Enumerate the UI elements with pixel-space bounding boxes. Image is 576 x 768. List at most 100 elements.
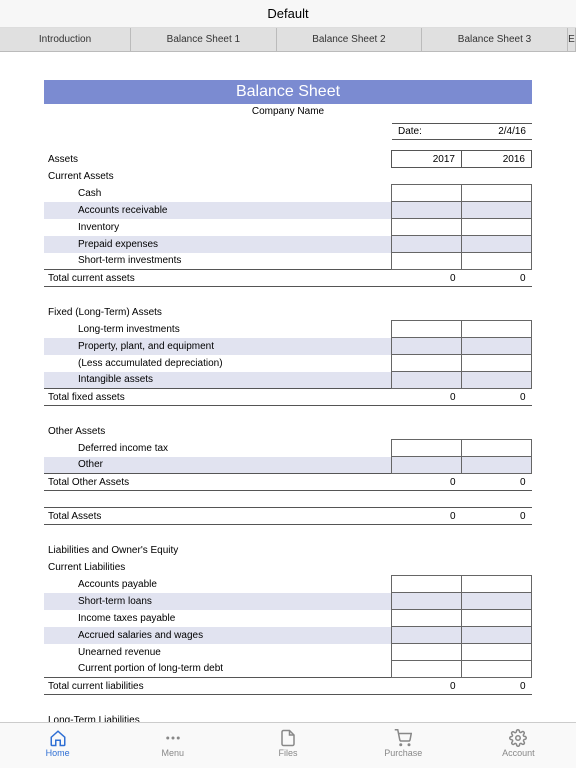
cell[interactable] [462, 627, 532, 644]
row-asw: Accrued salaries and wages [44, 627, 392, 644]
total-val: 0 [462, 389, 532, 406]
tab-overflow[interactable]: E [568, 28, 576, 51]
cell[interactable] [392, 661, 462, 678]
section-liabilities: Liabilities and Owner's Equity [44, 542, 392, 559]
cell[interactable] [392, 610, 462, 627]
gear-icon [509, 729, 527, 747]
cell[interactable] [392, 236, 462, 253]
section-assets: Assets [44, 151, 392, 168]
tab-bar: Introduction Balance Sheet 1 Balance She… [0, 28, 576, 52]
cell[interactable] [462, 593, 532, 610]
total-val: 0 [392, 474, 462, 491]
cell[interactable] [462, 202, 532, 219]
window-title: Default [0, 0, 576, 28]
cell[interactable] [462, 321, 532, 338]
total-val: 0 [392, 389, 462, 406]
total-fixed-assets: Total fixed assets [44, 389, 392, 406]
cell[interactable] [462, 576, 532, 593]
cell[interactable] [392, 185, 462, 202]
section-current-liab: Current Liabilities [44, 559, 392, 576]
row-ppe: Property, plant, and equipment [44, 338, 392, 355]
nav-label: Menu [162, 748, 185, 758]
total-val: 0 [462, 678, 532, 695]
cell[interactable] [462, 253, 532, 270]
cell[interactable] [392, 321, 462, 338]
row-cpltd: Current portion of long-term debt [44, 661, 392, 678]
row-inventory: Inventory [44, 219, 392, 236]
cell[interactable] [462, 644, 532, 661]
nav-label: Home [46, 748, 70, 758]
cell[interactable] [392, 372, 462, 389]
row-intangible: Intangible assets [44, 372, 392, 389]
nav-label: Purchase [384, 748, 422, 758]
row-stl: Short-term loans [44, 593, 392, 610]
row-ar: Accounts receivable [44, 202, 392, 219]
row-sti: Short-term investments [44, 253, 392, 270]
cell[interactable] [392, 338, 462, 355]
company-name[interactable]: Company Name [44, 106, 532, 123]
nav-home[interactable]: Home [0, 723, 115, 768]
total-val: 0 [392, 508, 462, 525]
cell[interactable] [462, 338, 532, 355]
row-other: Other [44, 457, 392, 474]
date-value[interactable]: 2/4/16 [462, 123, 532, 140]
cell[interactable] [462, 661, 532, 678]
total-val: 0 [462, 508, 532, 525]
total-val: 0 [392, 270, 462, 287]
cell[interactable] [392, 457, 462, 474]
nav-menu[interactable]: Menu [115, 723, 230, 768]
nav-label: Files [279, 748, 298, 758]
cell[interactable] [392, 627, 462, 644]
nav-account[interactable]: Account [461, 723, 576, 768]
file-icon [279, 729, 297, 747]
total-assets: Total Assets [44, 508, 392, 525]
cart-icon [394, 729, 412, 747]
home-icon [49, 729, 67, 747]
total-val: 0 [462, 474, 532, 491]
tab-balance-sheet-2[interactable]: Balance Sheet 2 [277, 28, 423, 51]
tab-introduction[interactable]: Introduction [0, 28, 131, 51]
sheet-area: Balance Sheet Company Name Date: 2/4/16 … [0, 52, 576, 729]
cell[interactable] [392, 440, 462, 457]
row-itp: Income taxes payable [44, 610, 392, 627]
section-other-assets: Other Assets [44, 423, 392, 440]
row-ur: Unearned revenue [44, 644, 392, 661]
cell[interactable] [392, 253, 462, 270]
row-ap: Accounts payable [44, 576, 392, 593]
cell[interactable] [392, 593, 462, 610]
tab-balance-sheet-3[interactable]: Balance Sheet 3 [422, 28, 568, 51]
nav-purchase[interactable]: Purchase [346, 723, 461, 768]
section-fixed-assets: Fixed (Long-Term) Assets [44, 304, 392, 321]
total-other-assets: Total Other Assets [44, 474, 392, 491]
cell[interactable] [462, 236, 532, 253]
year-2[interactable]: 2016 [462, 151, 532, 168]
row-depr: (Less accumulated depreciation) [44, 355, 392, 372]
cell[interactable] [462, 219, 532, 236]
row-cash: Cash [44, 185, 392, 202]
cell[interactable] [462, 610, 532, 627]
cell[interactable] [462, 440, 532, 457]
total-val: 0 [462, 270, 532, 287]
cell[interactable] [462, 185, 532, 202]
row-prepaid: Prepaid expenses [44, 236, 392, 253]
cell[interactable] [462, 355, 532, 372]
bottom-nav: Home Menu Files Purchase Account [0, 722, 576, 768]
cell[interactable] [392, 644, 462, 661]
total-current-liab: Total current liabilities [44, 678, 392, 695]
cell[interactable] [392, 576, 462, 593]
year-1[interactable]: 2017 [392, 151, 462, 168]
row-dit: Deferred income tax [44, 440, 392, 457]
nav-label: Account [502, 748, 535, 758]
tab-balance-sheet-1[interactable]: Balance Sheet 1 [131, 28, 277, 51]
cell[interactable] [392, 202, 462, 219]
date-label: Date: [392, 123, 462, 140]
menu-icon [164, 729, 182, 747]
sheet-title-banner: Balance Sheet [44, 80, 532, 104]
section-current-assets: Current Assets [44, 168, 392, 185]
cell[interactable] [462, 372, 532, 389]
nav-files[interactable]: Files [230, 723, 345, 768]
row-lti: Long-term investments [44, 321, 392, 338]
cell[interactable] [392, 219, 462, 236]
cell[interactable] [392, 355, 462, 372]
cell[interactable] [462, 457, 532, 474]
